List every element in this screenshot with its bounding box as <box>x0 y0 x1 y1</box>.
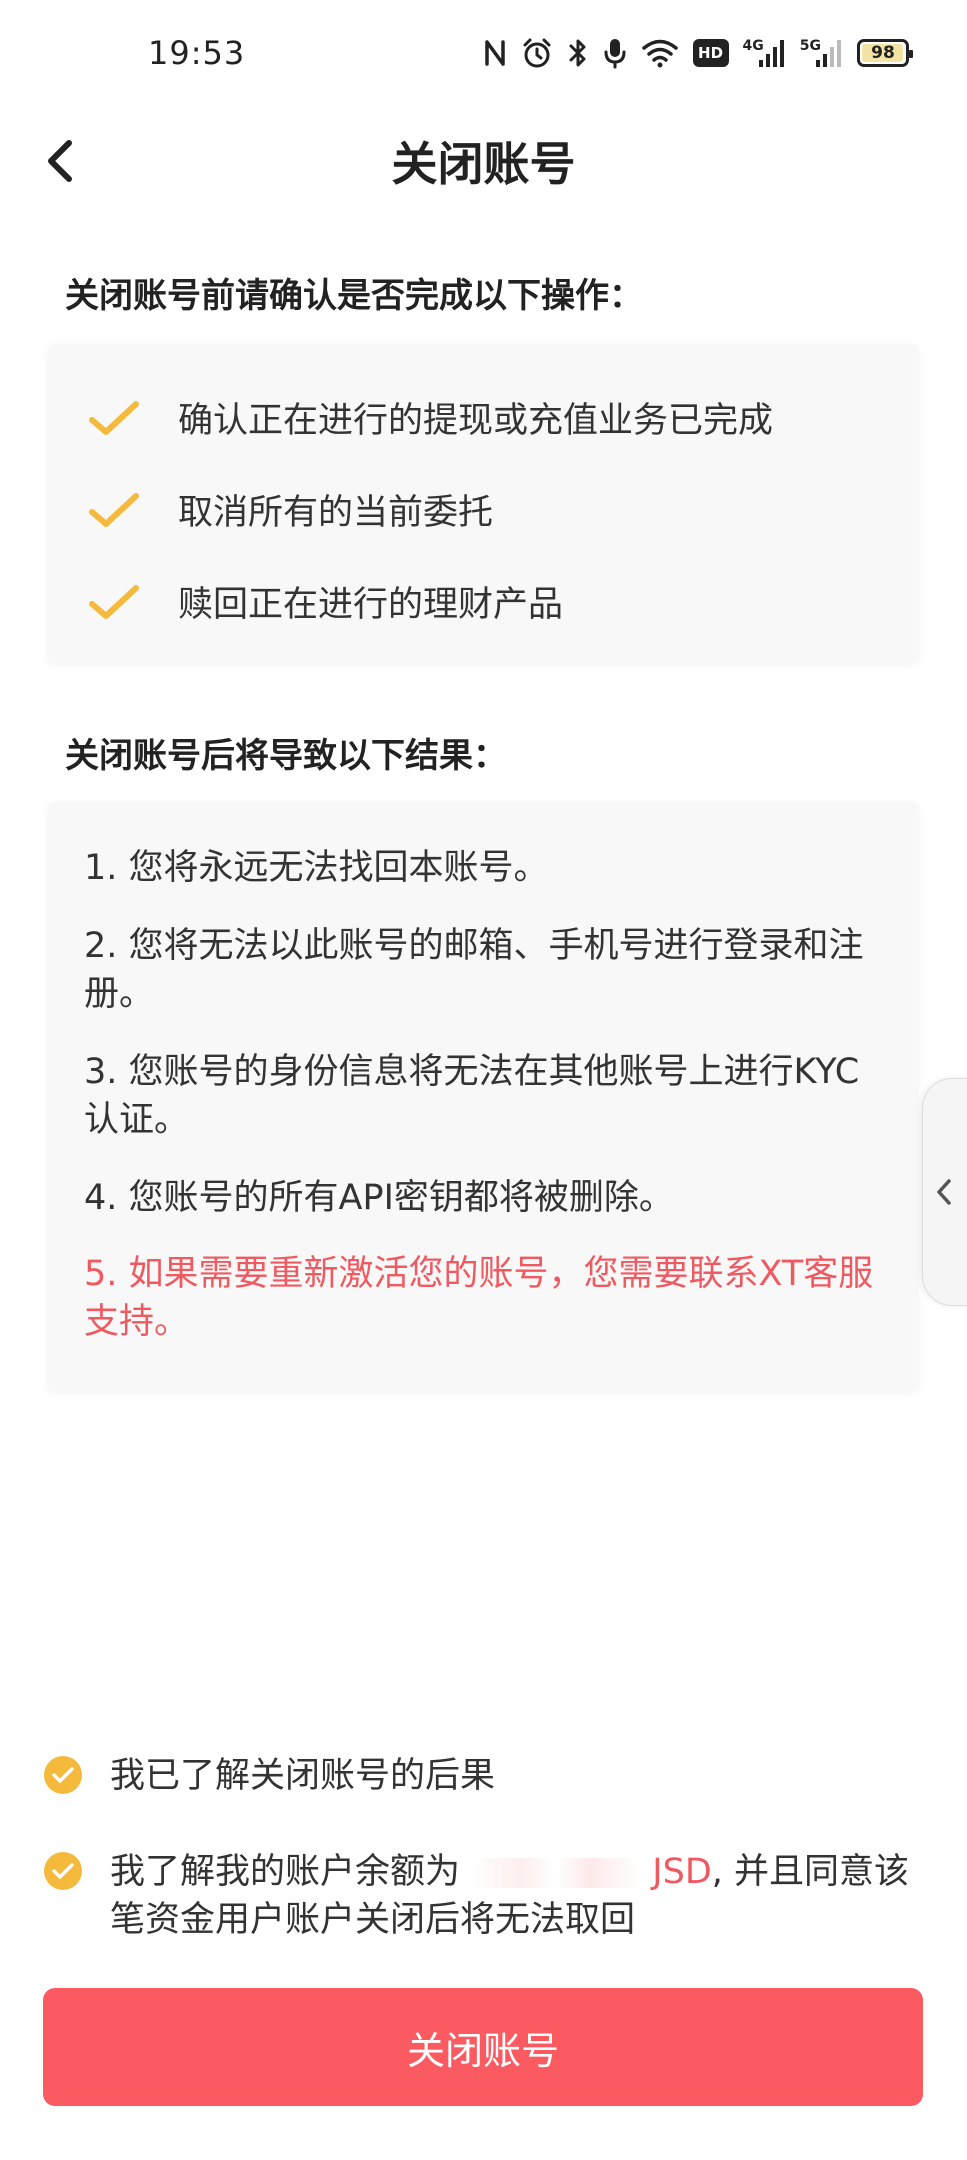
check-icon <box>52 1863 74 1879</box>
check-item: 赎回正在进行的理财产品 <box>88 576 563 627</box>
agree-checkbox[interactable] <box>44 1756 82 1794</box>
agreement-balance-text: 我了解我的账户余额为 JSD, 并且同意该笔资金用户账户关闭后将无法取回 <box>110 1848 924 1944</box>
side-drawer-handle[interactable] <box>922 1078 967 1306</box>
agreement-consequences[interactable]: 我已了解关闭账号的后果 <box>44 1752 495 1800</box>
page-title: 关闭账号 <box>391 137 576 191</box>
consequences-card: 1. 您将永远无法找回本账号。 2. 您将无法以此账号的邮箱、手机号进行登录和注… <box>48 802 918 1390</box>
agreement-balance[interactable]: 我了解我的账户余额为 JSD, 并且同意该笔资金用户账户关闭后将无法取回 <box>44 1848 924 1944</box>
check-item-label: 取消所有的当前委托 <box>178 493 494 533</box>
check-item-label: 确认正在进行的提现或充值业务已完成 <box>178 401 774 441</box>
consequence-item: 4. 您账号的所有API密钥都将被删除。 <box>84 1178 674 1218</box>
status-bar: 19:53 HD 4G 5G 98 <box>0 0 967 110</box>
check-item: 确认正在进行的提现或充值业务已完成 <box>88 392 773 443</box>
redacted-amount <box>471 1858 642 1888</box>
check-icon <box>88 396 144 440</box>
after-section-heading: 关闭账号后将导致以下结果： <box>65 736 507 776</box>
agreement-balance-prefix: 我了解我的账户余额为 <box>110 1852 461 1892</box>
consequence-item: 1. 您将永远无法找回本账号。 <box>84 848 549 888</box>
check-icon <box>88 580 144 624</box>
status-time: 19:53 <box>148 34 246 72</box>
signal-4g-icon: 4G <box>743 36 786 70</box>
before-checklist-card: 确认正在进行的提现或充值业务已完成 取消所有的当前委托 赎回正在进行的理财产品 <box>48 344 918 662</box>
status-icons: HD 4G 5G 98 <box>483 36 913 70</box>
signal-5g-icon: 5G <box>800 36 843 70</box>
check-icon <box>52 1767 74 1783</box>
alarm-icon <box>521 36 553 70</box>
battery-icon: 98 <box>857 36 913 70</box>
consequence-item: 3. 您账号的身份信息将无法在其他账号上进行KYC认证。 <box>84 1052 860 1140</box>
balance-amount: JSD <box>652 1852 712 1892</box>
check-item-label: 赎回正在进行的理财产品 <box>178 585 564 625</box>
agreement-label: 我已了解关闭账号的后果 <box>110 1756 496 1796</box>
bluetooth-icon <box>567 36 589 70</box>
microphone-icon <box>603 36 627 70</box>
hd-icon: HD <box>692 36 729 70</box>
consequence-item: 2. 您将无法以此账号的邮箱、手机号进行登录和注册。 <box>84 926 864 1014</box>
chevron-left-icon <box>937 1179 951 1205</box>
agree-checkbox[interactable] <box>44 1852 82 1890</box>
before-section-heading: 关闭账号前请确认是否完成以下操作： <box>65 276 643 316</box>
close-account-page: 19:53 HD 4G 5G 98 关闭账号 关闭账号前请确认是否完成以下操作：… <box>0 0 967 2160</box>
check-icon <box>88 488 144 532</box>
wifi-icon <box>641 36 679 70</box>
nfc-icon <box>483 36 507 70</box>
header: 关闭账号 <box>0 110 967 210</box>
consequence-item-warning: 5. 如果需要重新激活您的账号，您需要联系XT客服支持。 <box>84 1254 874 1342</box>
close-account-button[interactable]: 关闭账号 <box>43 1988 923 2106</box>
check-item: 取消所有的当前委托 <box>88 484 493 535</box>
